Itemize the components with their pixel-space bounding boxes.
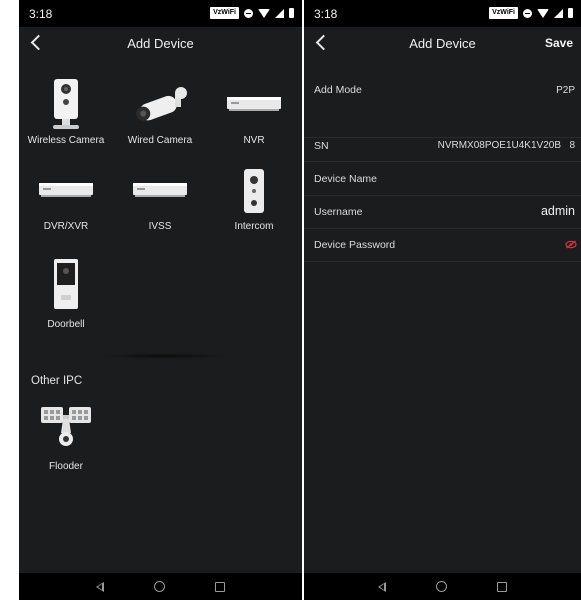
- device-tile-wireless-camera[interactable]: Wireless Camera: [19, 71, 113, 146]
- device-password-row[interactable]: Device Password: [304, 228, 581, 262]
- nav-back-icon[interactable]: [96, 581, 104, 592]
- header: Add Device Save: [304, 27, 581, 61]
- status-time: 3:18: [314, 7, 338, 21]
- section-divider: [99, 353, 229, 359]
- battery-icon: [289, 8, 294, 18]
- status-bar: 3:18 VzWiFi: [19, 0, 302, 27]
- hide-password-eye-icon[interactable]: [565, 240, 577, 249]
- add-mode-value[interactable]: P2P: [556, 85, 575, 96]
- do-not-disturb-icon: [244, 8, 253, 18]
- nav-recents-icon[interactable]: [215, 581, 225, 592]
- device-label: IVSS: [148, 221, 172, 232]
- username-row[interactable]: Username admin: [304, 195, 581, 229]
- device-name-label: Device Name: [314, 173, 378, 185]
- device-tile-nvr[interactable]: NVR: [207, 71, 301, 146]
- device-label: Wireless Camera: [27, 135, 105, 146]
- ivss-icon: [133, 183, 187, 197]
- wifi-calling-badge: VzWiFi: [210, 7, 239, 19]
- sn-row: SN NVRMX08POE1U4K1V20B 8: [304, 127, 581, 162]
- nav-back-icon[interactable]: [378, 581, 386, 592]
- wifi-icon: [537, 8, 549, 18]
- doorbell-icon: [54, 259, 78, 309]
- add-device-screen: Add Device Wireless Camera Wired Camera …: [19, 27, 302, 573]
- device-tile-ivss[interactable]: IVSS: [113, 157, 207, 232]
- system-nav-bar: [304, 573, 581, 600]
- device-label: Intercom: [234, 221, 274, 232]
- nav-home-icon[interactable]: [436, 581, 447, 592]
- wifi-icon: [258, 8, 270, 18]
- page-title: Add Device: [127, 36, 194, 51]
- add-device-form-screen: Add Device Save Add Mode P2P SN NVRMX08P…: [304, 27, 581, 573]
- device-label: NVR: [243, 135, 265, 146]
- intercom-icon: [244, 169, 264, 213]
- dvr-icon: [39, 183, 93, 197]
- left-phone-screen: 3:18 VzWiFi Add Device Wireless Camera W…: [19, 0, 302, 600]
- device-name-row[interactable]: Device Name: [304, 162, 581, 196]
- header: Add Device: [19, 27, 302, 61]
- system-nav-bar: [19, 573, 302, 600]
- wifi-calling-badge: VzWiFi: [489, 7, 518, 19]
- right-phone-screen: 3:18 VzWiFi Add Device Save Add Mode P2P…: [304, 0, 581, 600]
- section-title-other-ipc: Other IPC: [31, 375, 83, 387]
- device-tile-doorbell[interactable]: Doorbell: [19, 255, 113, 330]
- nav-home-icon[interactable]: [154, 581, 165, 592]
- sn-label: SN: [314, 140, 329, 152]
- signal-icon: [275, 8, 284, 18]
- device-label: Flooder: [49, 461, 83, 472]
- signal-icon: [554, 8, 563, 18]
- device-tile-intercom[interactable]: Intercom: [207, 157, 301, 232]
- wireless-camera-icon: [53, 79, 79, 129]
- username-field[interactable]: admin: [541, 204, 575, 218]
- do-not-disturb-icon: [523, 8, 532, 18]
- nav-recents-icon[interactable]: [497, 581, 507, 592]
- nvr-icon: [227, 97, 281, 111]
- sn-field[interactable]: NVRMX08POE1U4K1V20B: [438, 140, 561, 151]
- floodlight-camera-icon: [41, 407, 91, 446]
- device-label: DVR/XVR: [43, 221, 89, 232]
- status-bar: 3:18 VzWiFi: [304, 0, 581, 27]
- device-tile-wired-camera[interactable]: Wired Camera: [113, 71, 207, 146]
- device-tile-flooder[interactable]: Flooder: [19, 397, 113, 472]
- battery-icon: [568, 8, 573, 18]
- sn-scan-digit: 8: [569, 140, 575, 151]
- device-password-label: Device Password: [314, 239, 396, 251]
- username-label: Username: [314, 206, 363, 218]
- wired-camera-icon: [136, 87, 187, 121]
- status-time: 3:18: [29, 7, 53, 21]
- page-title: Add Device: [409, 36, 476, 51]
- device-label: Wired Camera: [127, 135, 193, 146]
- save-button[interactable]: Save: [545, 36, 573, 50]
- device-label: Doorbell: [47, 319, 85, 330]
- add-mode-label: Add Mode: [314, 84, 362, 96]
- device-tile-dvr-xvr[interactable]: DVR/XVR: [19, 157, 113, 232]
